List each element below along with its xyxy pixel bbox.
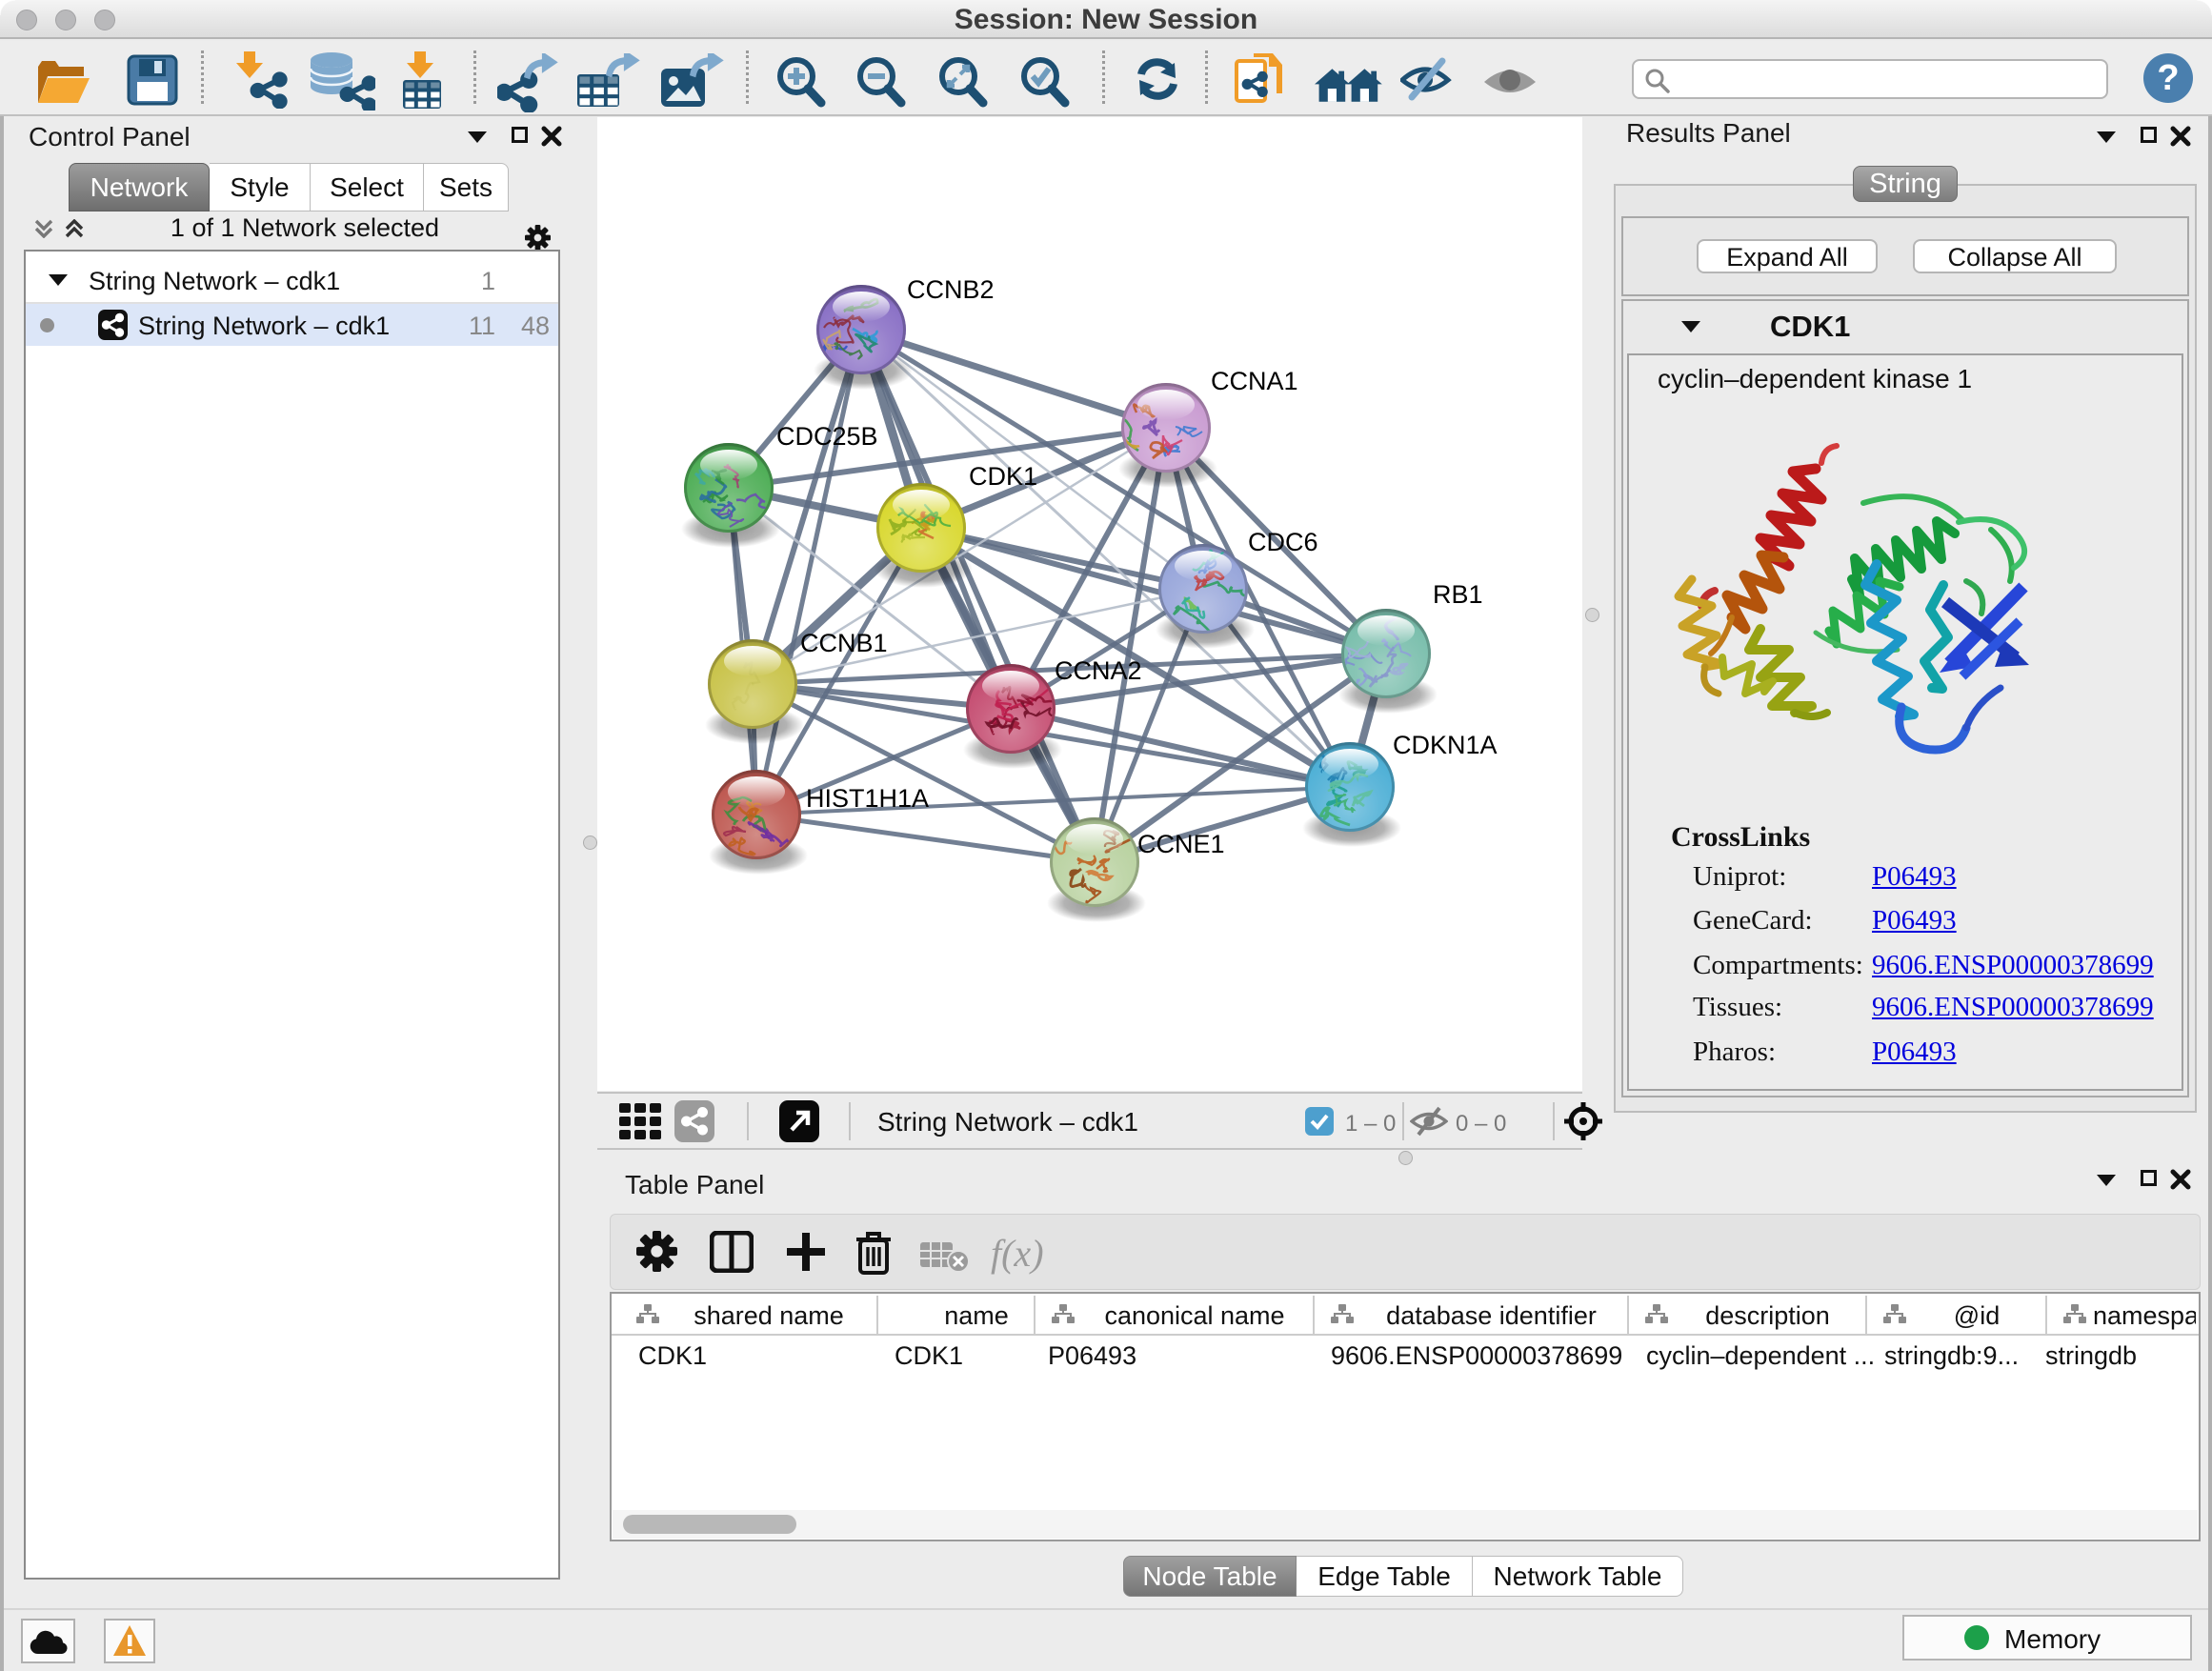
svg-text:CCNB1: CCNB1	[800, 629, 888, 657]
svg-text:CCNA1: CCNA1	[1211, 367, 1298, 395]
svg-text:RB1: RB1	[1433, 580, 1483, 609]
svg-text:CCNE1: CCNE1	[1137, 830, 1225, 858]
svg-text:CDC6: CDC6	[1248, 528, 1318, 556]
svg-text:CDK1: CDK1	[969, 462, 1037, 491]
svg-text:CDKN1A: CDKN1A	[1393, 731, 1498, 759]
svg-text:CCNB2: CCNB2	[907, 275, 995, 304]
svg-text:CCNA2: CCNA2	[1055, 656, 1142, 685]
svg-text:CDC25B: CDC25B	[776, 422, 878, 451]
svg-text:HIST1H1A: HIST1H1A	[806, 784, 929, 813]
